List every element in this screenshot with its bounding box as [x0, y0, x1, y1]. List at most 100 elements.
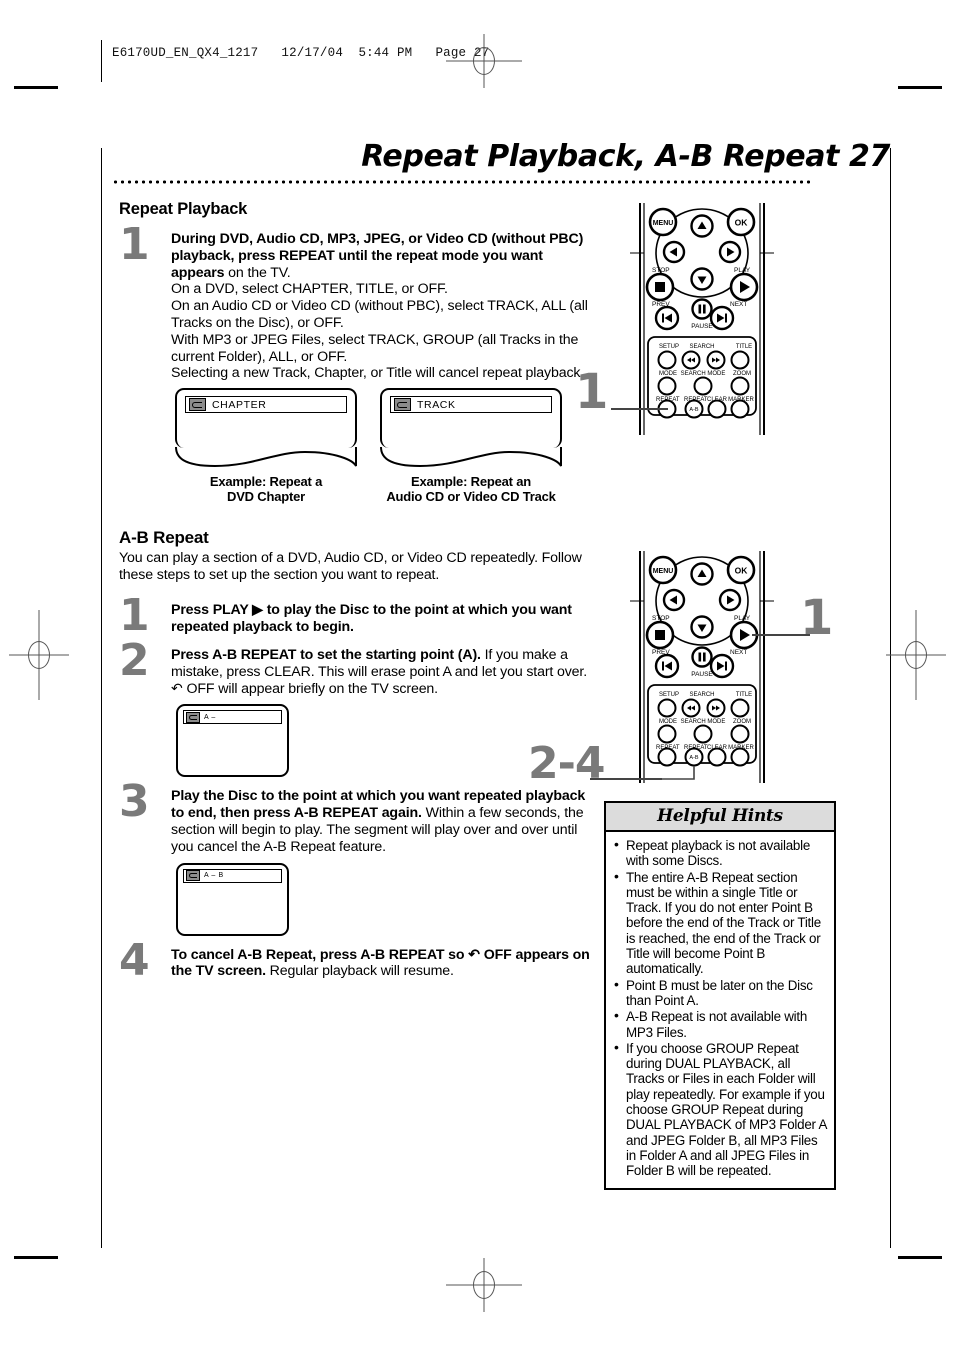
step-1-line-1: On a DVD, select CHAPTER, TITLE, or OFF. — [171, 281, 448, 298]
example-caption: Example: Repeat a DVD Chapter — [175, 474, 357, 504]
svg-text:A-B: A-B — [689, 407, 699, 413]
svg-text:SETUP: SETUP — [659, 692, 679, 698]
svg-text:MODE: MODE — [659, 371, 677, 377]
svg-text:NEXT: NEXT — [730, 649, 747, 656]
example-screen-dvd-chapter: CHAPTER Example: Repeat a DVD Chapter — [175, 388, 357, 504]
ab-step-3: 3 Play the Disc to the point at which yo… — [119, 776, 591, 855]
ab-repeat-intro: You can play a section of a DVD, Audio C… — [119, 550, 582, 583]
page-frame-left — [101, 148, 102, 1248]
svg-text:MENU: MENU — [653, 568, 674, 575]
svg-text:SEARCH MODE: SEARCH MODE — [681, 371, 726, 377]
step-number: 1 — [119, 590, 150, 642]
callout-number-ab: 2-4 — [528, 738, 605, 789]
left-column: Repeat Playback 1 During DVD, Audio CD, … — [119, 200, 591, 984]
crop-mark-top-right — [898, 86, 942, 89]
caption-line-2: Audio CD or Video CD Track — [386, 489, 556, 505]
step-1-line-4: Selecting a new Track, Chapter, or Title… — [171, 365, 585, 382]
step-text: During DVD, Audio CD, MP3, JPEG, or Vide… — [171, 226, 591, 382]
repeat-icon — [186, 711, 200, 723]
svg-text:SEARCH MODE: SEARCH MODE — [681, 719, 726, 725]
svg-text:NEXT: NEXT — [730, 301, 747, 308]
step-number: 3 — [119, 776, 150, 828]
helpful-hints-box: Helpful Hints Repeat playback is not ava… — [604, 801, 836, 1190]
callout-leader-top — [611, 408, 668, 410]
repeat-icon — [189, 398, 206, 412]
tv-screen: TRACK — [380, 388, 562, 449]
osd-bar: A – B — [183, 868, 282, 883]
page-title: Repeat Playback, A-B Repeat 27 — [361, 139, 890, 174]
crop-mark-bottom-left — [14, 1256, 58, 1259]
ab-step-2-bold: Press A-B REPEAT to set the starting poi… — [171, 646, 481, 663]
callout-number-top: 1 — [575, 364, 608, 420]
step-1-rest: on the TV. — [224, 264, 291, 281]
svg-text:PAUSE: PAUSE — [691, 671, 713, 678]
crop-mark-top-left — [14, 86, 58, 89]
svg-text:MENU: MENU — [653, 220, 674, 227]
caption-line-2: DVD Chapter — [227, 489, 305, 505]
slug-rule — [101, 40, 102, 82]
caption-line-1: Example: Repeat an — [411, 474, 531, 490]
tv-screen: CHAPTER — [175, 388, 357, 449]
step-text: Press PLAY ▶ to play the Disc to the poi… — [171, 597, 591, 636]
step-number: 1 — [119, 219, 150, 270]
step-number: 4 — [119, 934, 150, 986]
step-text: To cancel A-B Repeat, press A-B REPEAT s… — [171, 942, 591, 981]
registration-mark-top — [446, 34, 522, 88]
osd-bar: A – — [183, 710, 282, 725]
section-heading-repeat-playback: Repeat Playback — [119, 200, 248, 218]
tv-bottom-wave — [175, 447, 357, 468]
step-1-line-3: With MP3 or JPEG Files, select TRACK, GR… — [171, 331, 579, 365]
svg-text:SEARCH: SEARCH — [689, 344, 714, 350]
step-text: Press A-B REPEAT to set the starting poi… — [171, 642, 591, 697]
caption-line-1: Example: Repeat a — [209, 474, 323, 490]
svg-text:OK: OK — [735, 218, 749, 228]
osd-text: CHAPTER — [212, 398, 267, 411]
svg-text:TITLE: TITLE — [736, 692, 752, 698]
osd-text: A – B — [204, 872, 224, 880]
svg-text:SEARCH: SEARCH — [689, 692, 714, 698]
svg-text:PAUSE: PAUSE — [691, 323, 713, 330]
osd-text: TRACK — [417, 398, 456, 411]
hint-item: The entire A-B Repeat section must be wi… — [613, 869, 827, 977]
step-number: 2 — [119, 634, 150, 686]
repeat-playback-step-1: 1 During DVD, Audio CD, MP3, JPEG, or Vi… — [119, 219, 591, 382]
osd-bar: CHAPTER — [185, 396, 347, 414]
ab-step-1-bold: Press PLAY ▶ to play the Disc to the poi… — [171, 602, 572, 636]
osd-bar: TRACK — [390, 396, 552, 414]
ab-repeat-section: A-B Repeat You can play a section of a D… — [119, 528, 591, 986]
callout-number-play: 1 — [800, 590, 833, 646]
hint-item: A-B Repeat is not available with MP3 Fil… — [613, 1008, 827, 1040]
step-text: Play the Disc to the point at which you … — [171, 783, 591, 855]
registration-mark-right — [886, 610, 946, 700]
ab-step-4-rest: Regular playback will resume. — [265, 963, 454, 980]
tv-bottom-wave — [380, 447, 562, 468]
print-slug: E6170UD_EN_QX4_1217 12/17/04 5:44 PM Pag… — [112, 46, 490, 60]
ab-step-4: 4 To cancel A-B Repeat, press A-B REPEAT… — [119, 934, 591, 986]
svg-text:A-B: A-B — [689, 755, 699, 761]
tv-screen-point-a: A – — [176, 704, 289, 778]
registration-mark-bottom — [446, 1258, 522, 1312]
helpful-hints-heading: Helpful Hints — [606, 803, 834, 832]
svg-text:SETUP: SETUP — [659, 344, 679, 350]
ab-step-1: 1 Press PLAY ▶ to play the Disc to the p… — [119, 590, 591, 642]
step-1-line-2: On an Audio CD or Video CD (without PBC)… — [171, 298, 588, 331]
svg-text:MODE: MODE — [659, 719, 677, 725]
svg-text:ZOOM: ZOOM — [733, 719, 751, 725]
dotted-rule — [112, 179, 814, 185]
hint-item: Repeat playback is not available with so… — [613, 837, 827, 869]
svg-text:ZOOM: ZOOM — [733, 371, 751, 377]
section-heading-ab-repeat: A-B Repeat — [119, 528, 209, 548]
osd-text: A – — [204, 713, 216, 721]
tv-screen-point-ab: A – B — [176, 862, 289, 936]
hint-item: Point B must be later on the Disc than P… — [613, 977, 827, 1009]
svg-text:TITLE: TITLE — [736, 344, 752, 350]
ab-step-2: 2 Press A-B REPEAT to set the starting p… — [119, 634, 591, 697]
repeat-icon — [186, 870, 200, 882]
example-screens-row: CHAPTER Example: Repeat a DVD Chapter TR… — [175, 388, 591, 504]
registration-mark-left — [9, 610, 69, 700]
remote-control-diagram-bottom: MENU OK STOP PLAY PAUSE PREV NEXT SETUP … — [622, 551, 774, 783]
example-caption: Example: Repeat an Audio CD or Video CD … — [346, 474, 596, 504]
example-screen-cd-track: TRACK Example: Repeat an Audio CD or Vid… — [380, 388, 562, 504]
helpful-hints-list: Repeat playback is not available with so… — [606, 832, 834, 1188]
repeat-icon — [394, 398, 411, 412]
